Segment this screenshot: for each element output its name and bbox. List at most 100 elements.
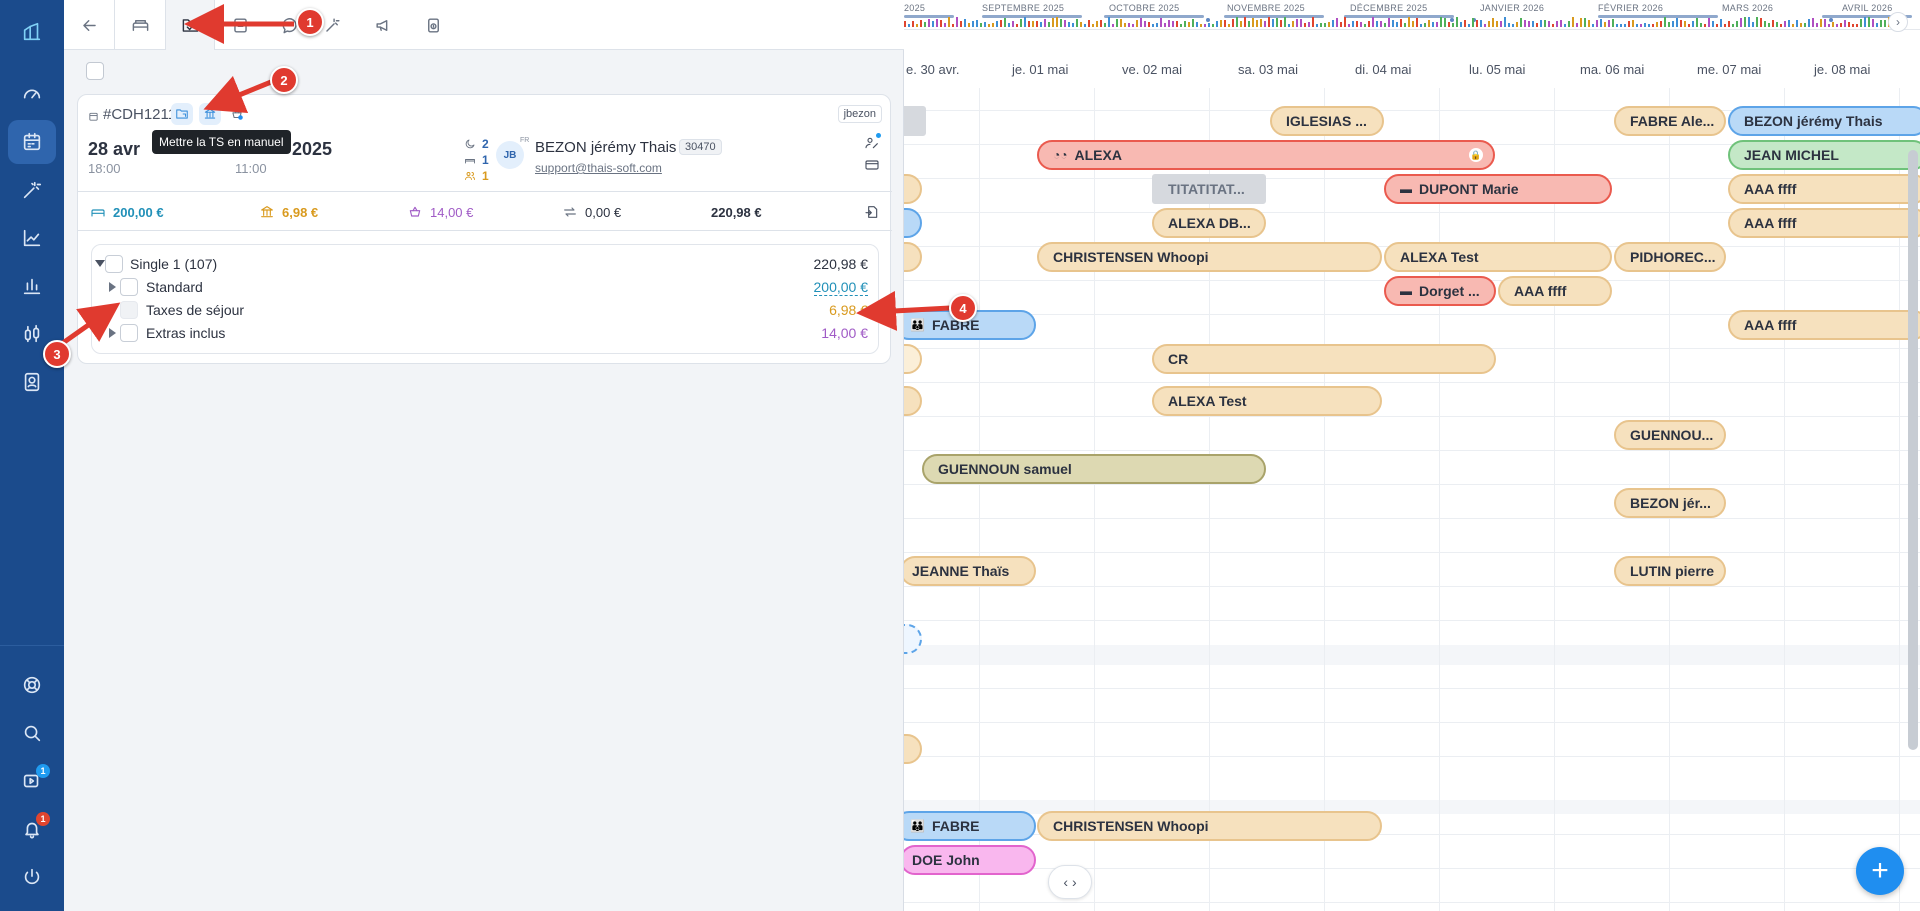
add-button[interactable]: + xyxy=(1856,847,1904,895)
code-toggle-button[interactable]: ‹ › xyxy=(1048,865,1092,899)
video-icon[interactable]: 1 xyxy=(8,759,56,803)
main-sidebar: 1 1 xyxy=(0,0,64,911)
expand-caret-icon[interactable] xyxy=(109,328,116,338)
booking-bar[interactable]: CHRISTENSEN Whoopi xyxy=(1037,242,1382,272)
total-accommodation: 200,00 € xyxy=(90,192,164,232)
month-label[interactable]: FÉVRIER 2026 xyxy=(1598,3,1663,13)
months-strip[interactable]: 2025 SEPTEMBRE 2025 OCTOBRE 2025 NOVEMBR… xyxy=(904,0,1920,32)
booking-bar[interactable]: ALEXA Test xyxy=(1384,242,1612,272)
booking-bar[interactable]: 👪 FABRE xyxy=(904,811,1036,841)
booking-bar[interactable] xyxy=(904,106,926,136)
guest-language: FR xyxy=(520,137,530,144)
tax-checkbox[interactable] xyxy=(120,301,138,319)
collapse-caret-icon[interactable] xyxy=(95,260,105,267)
lock-file-icon[interactable] xyxy=(408,0,458,50)
booking-bar[interactable]: GUENNOUN samuel xyxy=(922,454,1266,484)
booking-bar[interactable]: IGLESIAS ... xyxy=(1270,106,1384,136)
guest-avatar[interactable]: JB xyxy=(496,141,524,169)
booking-bar[interactable]: GUENNOU... xyxy=(1614,420,1726,450)
expand-caret-icon[interactable] xyxy=(109,282,116,292)
month-label[interactable]: OCTOBRE 2025 xyxy=(1109,3,1179,13)
booking-bar[interactable]: LUTIN pierre xyxy=(1614,556,1726,586)
booking-bar[interactable]: TITATITAT... xyxy=(1152,174,1266,204)
bank-icon[interactable] xyxy=(199,103,221,125)
occupancy-bar xyxy=(1684,21,1686,27)
occupancy-bar xyxy=(1200,24,1202,27)
reservation-card: #CDH1211 jbezon Mettre la TS en manuel 2… xyxy=(77,94,892,364)
booking-bar[interactable]: CHRISTENSEN Whoopi xyxy=(1037,811,1382,841)
megaphone-icon[interactable] xyxy=(358,0,408,50)
logo-icon[interactable] xyxy=(8,10,56,54)
booking-bar[interactable]: ▬ DUPONT Marie xyxy=(1384,174,1612,204)
folder-link-icon[interactable] xyxy=(171,103,193,125)
standard-checkbox[interactable] xyxy=(120,278,138,296)
departure-year: 2025 xyxy=(292,139,333,159)
occupancy-bar xyxy=(1804,23,1806,27)
booking-bar[interactable]: JEANNE Thaïs xyxy=(904,556,1036,586)
occupancy-bar xyxy=(1844,20,1846,27)
line-extras[interactable]: Extras inclus 14,00 € xyxy=(92,322,880,344)
basket-icon[interactable] xyxy=(226,103,248,125)
month-label[interactable]: DÉCEMBRE 2025 xyxy=(1350,3,1427,13)
document-icon[interactable] xyxy=(215,0,265,50)
price-lines: Single 1 (107) 220,98 € Standard 200,00 … xyxy=(91,244,879,354)
line-tax[interactable]: Taxes de séjour 6,98 € xyxy=(92,299,880,321)
magic-wand-icon[interactable] xyxy=(8,168,56,212)
bed-icon[interactable] xyxy=(115,0,165,50)
standard-value[interactable]: 200,00 € xyxy=(813,279,868,296)
stats-icon[interactable] xyxy=(8,264,56,308)
booking-bar[interactable]: BEZON jér... xyxy=(1614,488,1726,518)
month-label[interactable]: SEPTEMBRE 2025 xyxy=(982,3,1064,13)
occupancy-bar xyxy=(1476,20,1478,27)
month-label[interactable]: JANVIER 2026 xyxy=(1480,3,1544,13)
line-standard[interactable]: Standard 200,00 € xyxy=(92,276,880,298)
booking-bar[interactable]: CR xyxy=(1152,344,1496,374)
guest-name[interactable]: BEZON jérémy Thais xyxy=(535,139,676,156)
month-label[interactable]: NOVEMBRE 2025 xyxy=(1227,3,1305,13)
power-icon[interactable] xyxy=(8,855,56,899)
booking-bar[interactable]: BEZON jérémy Thais xyxy=(1728,106,1920,136)
month-label[interactable]: 2025 xyxy=(904,3,925,13)
expand-caret-icon[interactable] xyxy=(109,305,116,315)
booking-bar[interactable]: AAA ffff xyxy=(1728,310,1920,340)
invoice-icon[interactable] xyxy=(864,192,880,232)
booking-bar[interactable]: JEAN MICHEL xyxy=(1728,140,1920,170)
booking-bar[interactable]: ◔◔ ALEXA 🔒 xyxy=(1037,140,1495,170)
scroll-right-button[interactable]: › xyxy=(1888,12,1908,32)
occupancy-bar xyxy=(1300,19,1302,27)
folder-check-icon[interactable] xyxy=(165,0,215,50)
group-checkbox[interactable] xyxy=(105,255,123,273)
extras-checkbox[interactable] xyxy=(120,324,138,342)
contacts-icon[interactable] xyxy=(8,360,56,404)
day-label: lu. 05 mai xyxy=(1469,62,1526,77)
help-icon[interactable] xyxy=(8,663,56,707)
month-label[interactable]: AVRIL 2026 xyxy=(1842,3,1893,13)
booking-bar[interactable]: ALEXA Test xyxy=(1152,386,1382,416)
booking-bar[interactable]: AAA ffff xyxy=(1728,208,1920,238)
calendar-icon[interactable] xyxy=(8,120,56,164)
booking-bar[interactable]: AAA ffff xyxy=(1728,174,1920,204)
vertical-scrollbar[interactable] xyxy=(1908,150,1918,750)
select-all-checkbox[interactable] xyxy=(86,62,104,80)
occupancy-bar xyxy=(1720,19,1722,27)
booking-bar[interactable]: PIDHOREC... xyxy=(1614,242,1726,272)
occupancy-bar xyxy=(1152,24,1154,27)
month-label[interactable]: MARS 2026 xyxy=(1722,3,1773,13)
bell-icon[interactable]: 1 xyxy=(8,807,56,851)
search-icon[interactable] xyxy=(8,711,56,755)
dashboard-icon[interactable] xyxy=(8,72,56,116)
booking-bar[interactable]: DOE John xyxy=(904,845,1036,875)
credit-card-icon[interactable] xyxy=(864,157,880,173)
occupancy-bar xyxy=(1216,21,1218,27)
occupancy-bar xyxy=(1700,23,1702,27)
chart-line-icon[interactable] xyxy=(8,216,56,260)
guest-email[interactable]: support@thais-soft.com xyxy=(535,161,662,175)
booking-bar[interactable]: ALEXA DB... xyxy=(1152,208,1266,238)
booking-bar[interactable]: FABRE Ale... xyxy=(1614,106,1726,136)
occupancy-bar xyxy=(1872,19,1874,27)
back-arrow-icon[interactable] xyxy=(64,0,114,50)
line-group[interactable]: Single 1 (107) 220,98 € xyxy=(92,253,880,275)
booking-bar[interactable]: ▬ Dorget ... xyxy=(1384,276,1496,306)
booking-bar[interactable]: AAA ffff xyxy=(1498,276,1612,306)
occupancy-bar xyxy=(1848,22,1850,27)
